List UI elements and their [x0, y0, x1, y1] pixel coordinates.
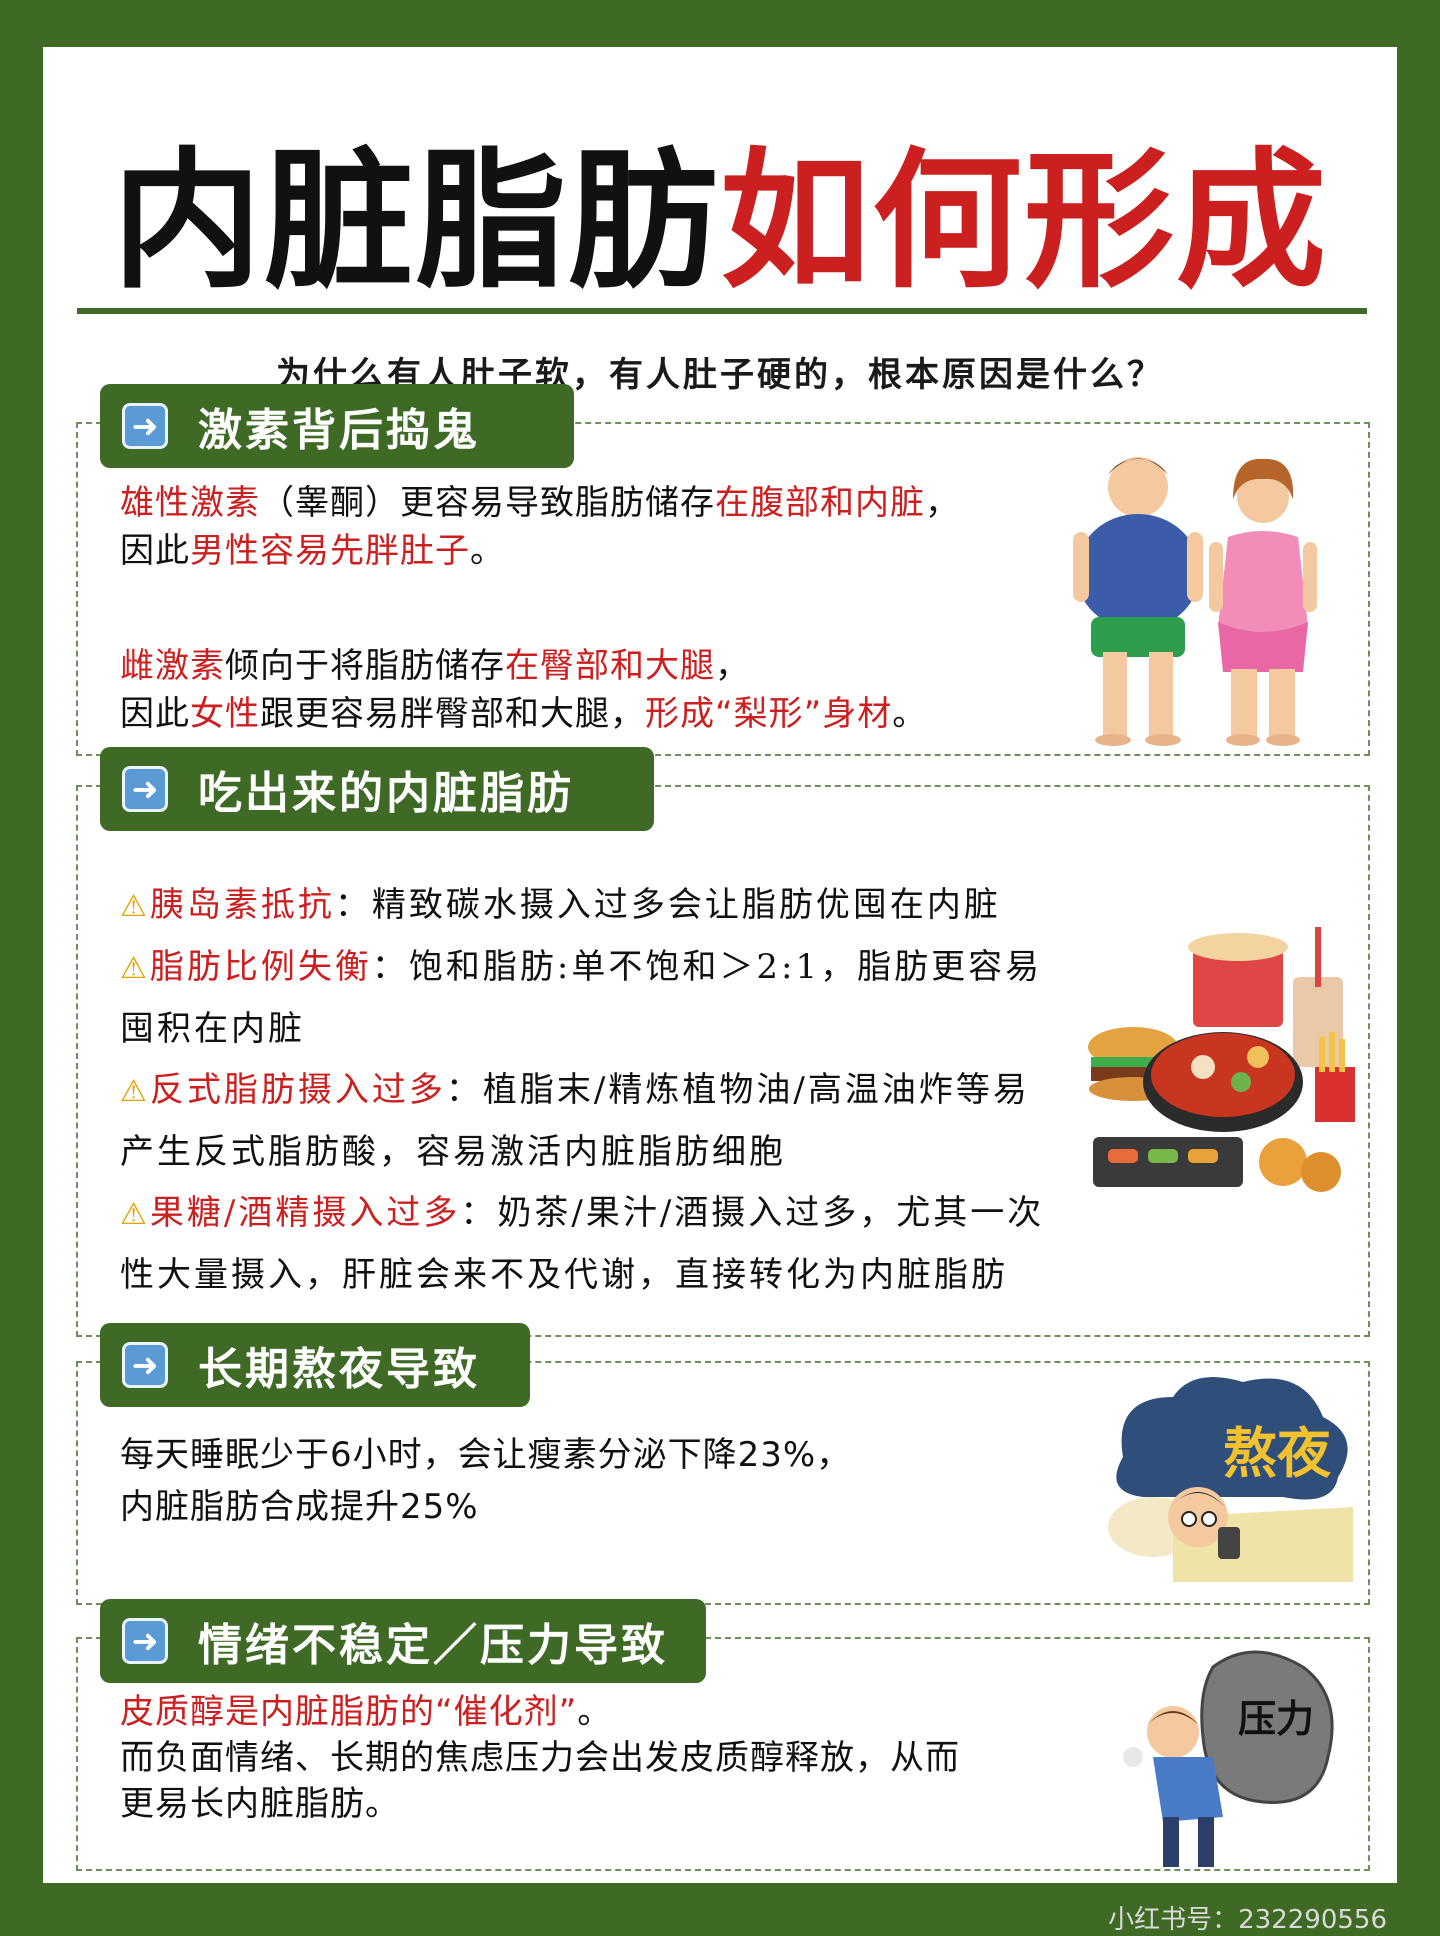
warning-icon: ⚠: [120, 1074, 150, 1109]
section-heading-diet: ➜ 吃出来的内脏脂肪: [100, 747, 654, 831]
hormones-paragraph-1: 雄性激素（睾酮）更容易导致脂肪储存在腹部和内脏， 因此男性容易先胖肚子。: [120, 483, 960, 571]
illustration-label: 熬夜: [1223, 1422, 1332, 1485]
title-divider: [77, 308, 1367, 314]
sleep-paragraph: 每天睡眠少于6小时，会让瘦素分泌下降23%， 内脏脂肪合成提升25%: [120, 1435, 852, 1527]
junk-food-illustration: [1088, 927, 1355, 1192]
hormones-paragraph-2: 雌激素倾向于将脂肪储存在臀部和大腿， 因此女性跟更容易胖臀部和大腿，形成“梨形”身…: [120, 646, 928, 734]
arrow-right-icon: ➜: [122, 766, 168, 812]
page-title: 内脏脂肪如何形成: [43, 137, 1397, 307]
staying-up-late-illustration: 熬夜: [1108, 1377, 1353, 1582]
arrow-right-icon: ➜: [122, 403, 168, 449]
overweight-couple-illustration: [1073, 457, 1317, 746]
section-heading-label: 吃出来的内脏脂肪: [198, 768, 574, 819]
section-heading-label: 长期熬夜导致: [198, 1344, 480, 1395]
list-item: ⚠反式脂肪摄入过多：植脂末/精炼植物油/高温油炸等易 产生反式脂肪酸，容易激活内脏…: [120, 1070, 1030, 1172]
list-item: ⚠胰岛素抵抗：精致碳水摄入过多会让脂肪优囤在内脏: [120, 885, 1001, 925]
list-item: ⚠果糖/酒精摄入过多：奶茶/果汁/酒摄入过多，尤其一次 性大量摄入，肝脏会来不及代…: [120, 1193, 1045, 1295]
warning-icon: ⚠: [120, 889, 150, 924]
stress-paragraph: 皮质醇是内脏脂肪的“催化剂”。 而负面情绪、长期的焦虑压力会出发皮质醇释放，从而…: [120, 1692, 960, 1824]
section-heading-sleep: ➜ 长期熬夜导致: [100, 1323, 530, 1407]
section-heading-label: 激素背后捣鬼: [198, 405, 480, 456]
title-part-black: 内脏脂肪: [111, 135, 720, 309]
title-part-red: 如何形成: [720, 135, 1329, 309]
section-heading-stress: ➜ 情绪不稳定／压力导致: [100, 1599, 706, 1683]
content-sheet: 内脏脂肪如何形成 为什么有人肚子软，有人肚子硬的，根本原因是什么？ ➜ 激素背后…: [43, 47, 1397, 1935]
watermark: 小红书号：232290556: [1108, 1905, 1387, 1935]
list-item: ⚠脂肪比例失衡：饱和脂肪:单不饱和＞2:1，脂肪更容易 囤积在内脏: [120, 947, 1043, 1049]
section-heading-hormones: ➜ 激素背后捣鬼: [100, 384, 574, 468]
stress-rock-illustration: 压力: [1123, 1650, 1334, 1867]
diet-item-list: ⚠胰岛素抵抗：精致碳水摄入过多会让脂肪优囤在内脏 ⚠脂肪比例失衡：饱和脂肪:单不…: [120, 875, 1160, 1306]
warning-icon: ⚠: [120, 1197, 150, 1232]
arrow-right-icon: ➜: [122, 1618, 168, 1664]
illustration-label: 压力: [1238, 1697, 1314, 1741]
section-heading-label: 情绪不稳定／压力导致: [198, 1620, 668, 1671]
warning-icon: ⚠: [120, 951, 150, 986]
arrow-right-icon: ➜: [122, 1342, 168, 1388]
